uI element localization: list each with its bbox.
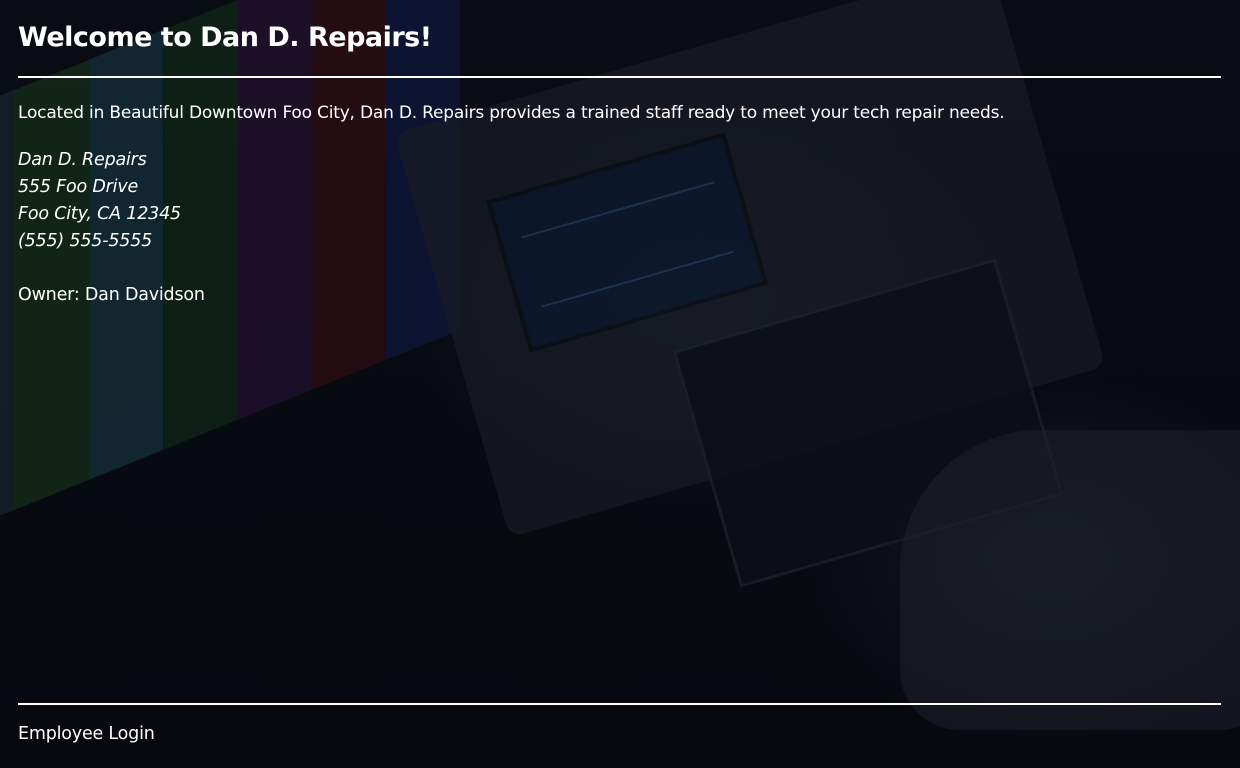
intro-text: Located in Beautiful Downtown Foo City, … [18,103,1005,123]
page-content: Welcome to Dan D. Repairs! Located in Be… [0,0,1240,768]
business-name: Dan D. Repairs [18,150,147,170]
phone-number: (555) 555-5555 [18,231,153,251]
footer-divider [18,703,1221,705]
owner-text: Owner: Dan Davidson [18,285,205,305]
business-address: Dan D. Repairs 555 Foo Drive Foo City, C… [18,147,181,255]
street-address: 555 Foo Drive [18,177,139,197]
page-title: Welcome to Dan D. Repairs! [18,22,432,53]
header-divider [18,76,1221,78]
city-state-zip: Foo City, CA 12345 [18,204,181,224]
employee-login-link[interactable]: Employee Login [18,722,155,746]
